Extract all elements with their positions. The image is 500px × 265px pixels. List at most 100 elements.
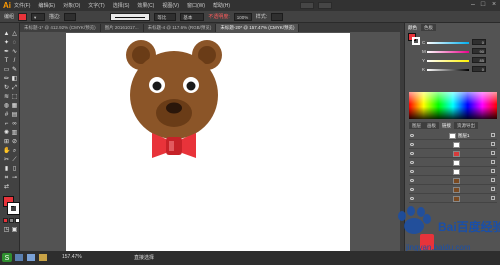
column-graph-icon[interactable]: ▯: [11, 166, 18, 173]
workspace-box[interactable]: [300, 1, 314, 9]
doc-tab-2[interactable]: 图片 20161017...: [100, 24, 144, 32]
paintbrush-icon[interactable]: ✎: [11, 67, 18, 74]
layer-row[interactable]: [409, 168, 497, 176]
none-mode-icon[interactable]: [15, 218, 20, 223]
fill-dropdown[interactable]: ▾: [31, 12, 46, 21]
knife-icon[interactable]: ⟋: [11, 157, 18, 164]
gradient-tool-icon[interactable]: ▤: [11, 112, 18, 119]
artboards-tab[interactable]: 画板: [424, 122, 439, 129]
layers-tab[interactable]: 图层: [409, 122, 424, 129]
visibility-eye-icon[interactable]: [410, 179, 414, 182]
opacity-label[interactable]: 不透明度:: [208, 13, 229, 20]
artboard-tool-icon[interactable]: ⊞: [3, 139, 10, 146]
gradient-mode-icon[interactable]: [9, 218, 14, 223]
channel-y-slider[interactable]: [427, 60, 469, 62]
doc-tab-4[interactable]: 未标题-20* @ 157.47% (CMYK/预览): [216, 24, 300, 32]
doc-tab-1[interactable]: 未标题-1* @ 412.92% (CMYK/预览): [20, 24, 101, 32]
close-icon[interactable]: ×: [489, 0, 499, 10]
color-spectrum[interactable]: [409, 92, 497, 119]
maximize-icon[interactable]: □: [478, 0, 488, 10]
channel-c-value[interactable]: 0: [472, 39, 486, 45]
channel-m-slider[interactable]: [427, 51, 469, 53]
curvature-tool-icon[interactable]: ∿: [11, 49, 18, 56]
line-tool-icon[interactable]: /: [11, 58, 18, 65]
type-tool-icon[interactable]: T: [3, 58, 10, 65]
layer-row[interactable]: [409, 159, 497, 167]
rotate-tool-icon[interactable]: ↻: [3, 85, 10, 92]
width-tool-icon[interactable]: ≋: [3, 94, 10, 101]
brush-dropdown[interactable]: 基本: [180, 12, 205, 21]
selection-tool-icon[interactable]: ▲: [3, 31, 10, 38]
scissors-icon[interactable]: ✂: [3, 157, 10, 164]
magic-wand-icon[interactable]: ✦: [3, 40, 10, 47]
target-icon[interactable]: [491, 133, 495, 137]
channel-k-value[interactable]: 0: [472, 66, 486, 72]
blend-tool-icon[interactable]: ∞: [11, 121, 18, 128]
zoom-tool-icon[interactable]: ⌕: [11, 148, 18, 155]
layer-row[interactable]: 图层1: [409, 132, 497, 140]
target-icon[interactable]: [491, 169, 495, 173]
artboard[interactable]: [66, 33, 350, 251]
menu-window[interactable]: 窗口(W): [187, 2, 205, 9]
minimize-icon[interactable]: –: [468, 0, 478, 10]
hand-tool-icon[interactable]: ✋: [3, 148, 10, 155]
shape-builder-icon[interactable]: ◍: [3, 103, 10, 110]
taskbar-app-icon[interactable]: [38, 253, 48, 262]
mesh-tool-icon[interactable]: #: [3, 112, 10, 119]
search-box[interactable]: [318, 1, 332, 9]
menu-effect[interactable]: 效果(C): [137, 2, 154, 9]
print-tiling-icon[interactable]: ⌗: [3, 175, 10, 182]
visibility-eye-icon[interactable]: [410, 161, 414, 164]
taskbar-app-icon[interactable]: [14, 253, 24, 262]
perspective-grid-icon[interactable]: ▦: [11, 103, 18, 110]
visibility-eye-icon[interactable]: [410, 197, 414, 200]
layer-row[interactable]: [409, 141, 497, 149]
target-icon[interactable]: [491, 187, 495, 191]
start-menu-icon[interactable]: S: [2, 253, 12, 262]
menu-type[interactable]: 文字(T): [88, 2, 104, 9]
style-dropdown[interactable]: [271, 12, 284, 21]
channel-m-value[interactable]: 90: [472, 48, 486, 54]
draw-normal-icon[interactable]: ◳: [3, 227, 10, 234]
chart-tool-icon[interactable]: ▮: [3, 166, 10, 173]
target-icon[interactable]: [491, 178, 495, 182]
opacity-field[interactable]: 100%: [233, 12, 252, 21]
target-icon[interactable]: [491, 151, 495, 155]
layer-row[interactable]: [409, 177, 497, 185]
scale-tool-icon[interactable]: ⤢: [11, 85, 18, 92]
menu-help[interactable]: 帮助(H): [213, 2, 230, 9]
panel-stroke-swatch[interactable]: [412, 37, 420, 45]
color-panel-tab[interactable]: 颜色: [405, 24, 420, 31]
channel-y-value[interactable]: 85: [472, 57, 486, 63]
symbol-sprayer-icon[interactable]: ✺: [3, 130, 10, 137]
layer-row[interactable]: [409, 150, 497, 158]
visibility-eye-icon[interactable]: [410, 134, 414, 137]
doc-tab-3[interactable]: 未标题-4 @ 117.6% (RGB/预览): [143, 24, 217, 32]
zoom-readout[interactable]: 157.47%: [62, 254, 82, 260]
channel-k-slider[interactable]: [427, 69, 469, 71]
free-transform-icon[interactable]: ⬚: [11, 94, 18, 101]
target-icon[interactable]: [491, 196, 495, 200]
target-icon[interactable]: [491, 142, 495, 146]
pencil-tool-icon[interactable]: ✏: [3, 76, 10, 83]
links-tab[interactable]: 链接: [439, 122, 454, 129]
target-icon[interactable]: [491, 160, 495, 164]
graph-tool-icon[interactable]: ▥: [11, 130, 18, 137]
stroke-weight-field[interactable]: [64, 12, 77, 21]
direct-selection-tool-icon[interactable]: △: [11, 31, 18, 38]
asset-export-tab[interactable]: 资源导出: [454, 122, 478, 129]
color-guide-tab[interactable]: 色板: [421, 24, 436, 31]
stroke-color-box[interactable]: [7, 202, 20, 215]
screen-mode-icon[interactable]: ▣: [11, 227, 18, 234]
channel-c-slider[interactable]: [427, 42, 469, 44]
lasso-icon[interactable]: ◌: [11, 40, 18, 47]
taskbar-app-icon[interactable]: [26, 253, 36, 262]
stroke-style-dropdown[interactable]: 等比: [154, 12, 177, 21]
menu-object[interactable]: 对象(O): [63, 2, 80, 9]
eraser-tool-icon[interactable]: ◧: [11, 76, 18, 83]
rectangle-tool-icon[interactable]: ▭: [3, 67, 10, 74]
measure-tool-icon[interactable]: ⊸: [11, 175, 18, 182]
swap-colors-icon[interactable]: ⇄: [3, 184, 10, 191]
layer-row[interactable]: [409, 195, 497, 203]
slice-tool-icon[interactable]: ⊘: [11, 139, 18, 146]
